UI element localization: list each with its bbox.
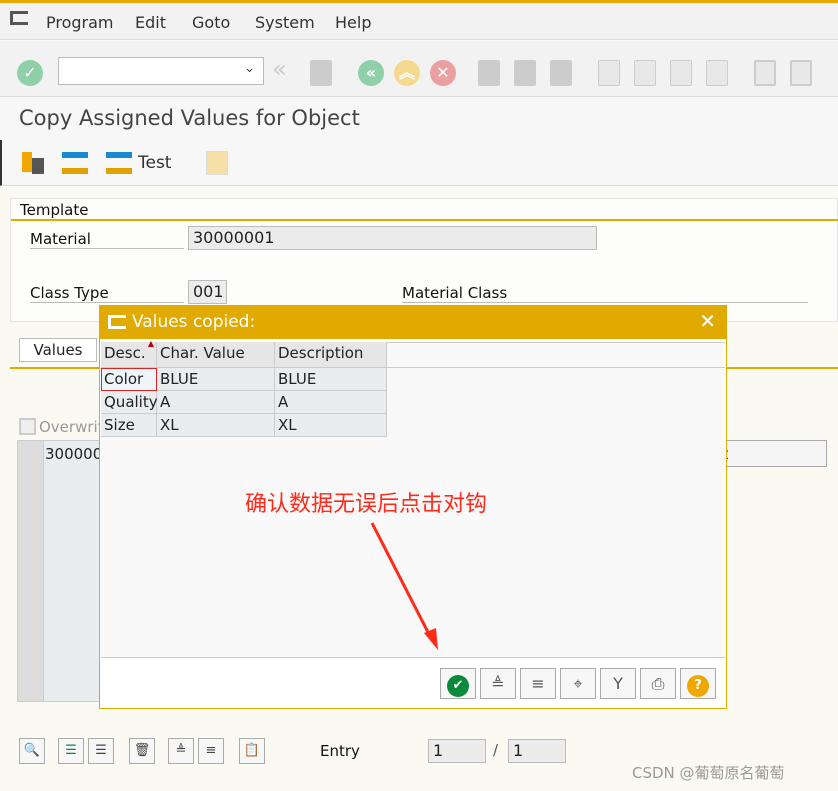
help-icon: ?: [687, 675, 709, 697]
command-field[interactable]: ⌄: [58, 57, 264, 85]
entry-field[interactable]: 1: [428, 739, 486, 763]
menu-edit[interactable]: Edit: [135, 13, 166, 32]
back-icon[interactable]: «: [272, 55, 287, 83]
assign-icon[interactable]: [62, 152, 88, 174]
entry-separator: /: [493, 741, 499, 759]
sort-indicator-icon: ▲: [147, 339, 154, 348]
table-cell[interactable]: BLUE: [157, 368, 275, 391]
column-header[interactable]: Desc. ▲: [101, 339, 157, 368]
menu-bar: Program Edit Goto System Help: [0, 0, 838, 40]
values-table: 300000: [17, 440, 102, 702]
sort-descending-icon: ≡: [531, 674, 545, 693]
enter-icon[interactable]: ✓: [17, 60, 43, 86]
table-cell[interactable]: Size: [101, 414, 157, 437]
prev-page-icon[interactable]: [634, 60, 656, 86]
tab-values[interactable]: Values: [19, 338, 97, 362]
column-header[interactable]: Description: [275, 342, 387, 368]
sort-descending-icon[interactable]: ≡: [198, 738, 224, 764]
menu-goto[interactable]: Goto: [192, 13, 230, 32]
template-group: Template Material 30000001 Class Type 00…: [10, 198, 838, 322]
table-cell[interactable]: Color: [101, 368, 157, 391]
test-icon[interactable]: [106, 152, 132, 174]
class-type-label: Class Type: [30, 284, 184, 303]
sort-ascending-button[interactable]: ≜: [480, 668, 516, 699]
material-field[interactable]: 30000001: [188, 226, 597, 250]
material-label: Material: [30, 230, 184, 249]
copy-object-icon[interactable]: [22, 152, 44, 174]
confirm-icon: ✔: [447, 675, 469, 697]
print-icon: ⎙: [651, 674, 665, 693]
sort-ascending-icon: ≜: [491, 674, 505, 693]
table-cell[interactable]: XL: [157, 414, 275, 437]
paste-icon[interactable]: 📋: [239, 738, 265, 764]
template-group-label: Template: [20, 201, 89, 219]
close-icon[interactable]: ✕: [699, 309, 716, 333]
application-toolbar: Test: [0, 140, 838, 186]
find-icon: ⌖: [573, 674, 583, 693]
shortcut-icon[interactable]: [790, 60, 812, 86]
help-button[interactable]: ?: [680, 668, 716, 699]
table-cell[interactable]: Quality: [101, 391, 158, 414]
chevron-down-icon[interactable]: ⌄: [244, 61, 255, 76]
find-button[interactable]: ⌖: [560, 668, 596, 699]
details-icon[interactable]: 🔍: [19, 738, 45, 764]
watermark: CSDN @葡萄原名葡萄: [632, 764, 785, 782]
delete-icon[interactable]: 🗑: [129, 738, 155, 764]
menu-program[interactable]: Program: [46, 13, 114, 32]
sort-descending-button[interactable]: ≡: [520, 668, 556, 699]
confirm-button[interactable]: ✔: [440, 668, 476, 699]
find-next-icon[interactable]: [550, 60, 572, 86]
note-icon[interactable]: [206, 151, 228, 175]
table-cell[interactable]: 300000: [45, 445, 102, 463]
system-toolbar: ✓ ⌄ « « ︽ ✕: [0, 41, 838, 97]
overwrite-checkbox[interactable]: [19, 418, 36, 435]
menu-system[interactable]: System: [255, 13, 315, 32]
entry-label: Entry: [320, 742, 360, 760]
first-page-icon[interactable]: [598, 60, 620, 86]
deselect-all-icon[interactable]: ☰: [88, 738, 114, 764]
page-title: Copy Assigned Values for Object: [19, 106, 360, 130]
find-icon[interactable]: [514, 60, 536, 86]
save-icon[interactable]: [310, 60, 332, 86]
class-type-field[interactable]: 001: [188, 280, 227, 304]
menu-icon[interactable]: [10, 11, 28, 25]
entry-total: 1: [508, 739, 566, 763]
material-class-label: Material Class: [402, 284, 808, 303]
dialog-title-bar: Values copied: ✕: [100, 306, 726, 339]
table-cell[interactable]: A: [157, 391, 275, 414]
exit-icon[interactable]: ︽: [394, 60, 420, 86]
table-cell[interactable]: BLUE: [275, 368, 387, 391]
select-all-icon[interactable]: ☰: [58, 738, 84, 764]
create-session-icon[interactable]: [754, 60, 776, 86]
column-header[interactable]: Char. Value: [157, 342, 275, 368]
print-button[interactable]: ⎙: [640, 668, 676, 699]
menu-help[interactable]: Help: [335, 13, 371, 32]
overwrite-label: Overwrit: [39, 418, 104, 436]
table-cell[interactable]: A: [275, 391, 387, 414]
dialog-title: Values copied:: [132, 312, 256, 332]
table-cell[interactable]: XL: [275, 414, 387, 437]
annotation-text: 确认数据无误后点击对钩: [245, 492, 488, 517]
last-page-icon[interactable]: [706, 60, 728, 86]
print-icon[interactable]: [478, 60, 500, 86]
window-icon: [108, 315, 126, 329]
sort-ascending-icon[interactable]: ≜: [168, 738, 194, 764]
filter-button[interactable]: Y: [600, 668, 636, 699]
filter-icon: Y: [613, 674, 623, 693]
cancel-icon[interactable]: ✕: [430, 60, 456, 86]
annotation-arrow: [370, 522, 438, 650]
test-button[interactable]: Test: [138, 153, 171, 173]
next-page-icon[interactable]: [670, 60, 692, 86]
back-green-icon[interactable]: «: [358, 60, 384, 86]
